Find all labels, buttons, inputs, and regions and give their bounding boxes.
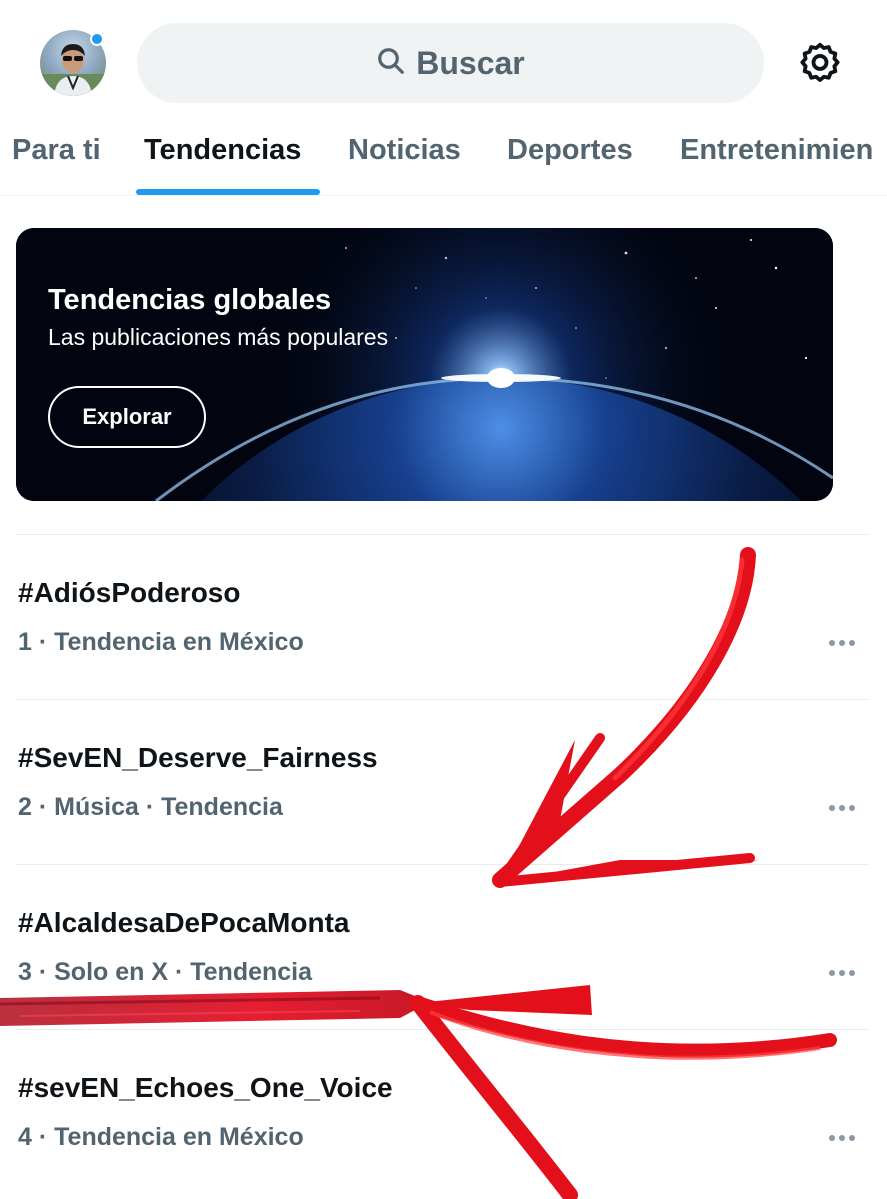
notification-dot (90, 32, 104, 46)
tab-bar: Para ti Tendencias Noticias Deportes Ent… (0, 120, 887, 196)
trend-title: #sevEN_Echoes_One_Voice (18, 1072, 393, 1103)
trend-title: #AdiósPoderoso (18, 577, 241, 608)
gear-icon[interactable] (795, 38, 845, 88)
tab-para-ti[interactable]: Para ti (12, 134, 101, 167)
more-options-icon[interactable] (822, 959, 862, 987)
trend-list: #AdiósPoderoso 1 · Tendencia en México #… (0, 534, 887, 1194)
trend-meta: 3 · Solo en X · Tendencia (18, 958, 313, 986)
tab-entretenimiento[interactable]: Entretenimien (680, 134, 873, 167)
trend-meta: 1 · Tendencia en México (18, 628, 304, 656)
search-icon (376, 46, 406, 81)
search-input[interactable]: Buscar (137, 23, 764, 103)
trend-item[interactable]: #AlcaldesaDePocaMonta 3 · Solo en X · Te… (16, 864, 869, 1029)
banner-title: Tendencias globales (48, 284, 332, 316)
active-tab-indicator (136, 189, 320, 195)
more-options-icon[interactable] (822, 1124, 862, 1152)
earth-image (16, 228, 833, 501)
explore-page: Buscar Para ti Tendencias Noticias Depor… (0, 0, 887, 1199)
tab-deportes[interactable]: Deportes (507, 134, 633, 167)
more-options-icon[interactable] (822, 794, 862, 822)
trend-meta: 4 · Tendencia en México (18, 1123, 304, 1151)
trend-item[interactable]: #sevEN_Echoes_One_Voice 4 · Tendencia en… (16, 1029, 869, 1194)
tab-noticias[interactable]: Noticias (348, 134, 461, 167)
global-trends-banner[interactable]: Tendencias globales Las publicaciones má… (16, 228, 833, 501)
top-bar: Buscar (0, 0, 887, 120)
tab-tendencias[interactable]: Tendencias (144, 134, 301, 167)
explore-button[interactable]: Explorar (48, 386, 206, 448)
trend-item[interactable]: #SevEN_Deserve_Fairness 2 · Música · Ten… (16, 699, 869, 864)
more-options-icon[interactable] (822, 629, 862, 657)
trend-title: #AlcaldesaDePocaMonta (18, 907, 350, 938)
search-placeholder: Buscar (416, 44, 525, 81)
trend-meta: 2 · Música · Tendencia (18, 793, 283, 821)
trend-title: #SevEN_Deserve_Fairness (18, 742, 378, 773)
banner-subtitle: Las publicaciones más populares (48, 324, 389, 350)
trend-item[interactable]: #AdiósPoderoso 1 · Tendencia en México (16, 534, 869, 699)
